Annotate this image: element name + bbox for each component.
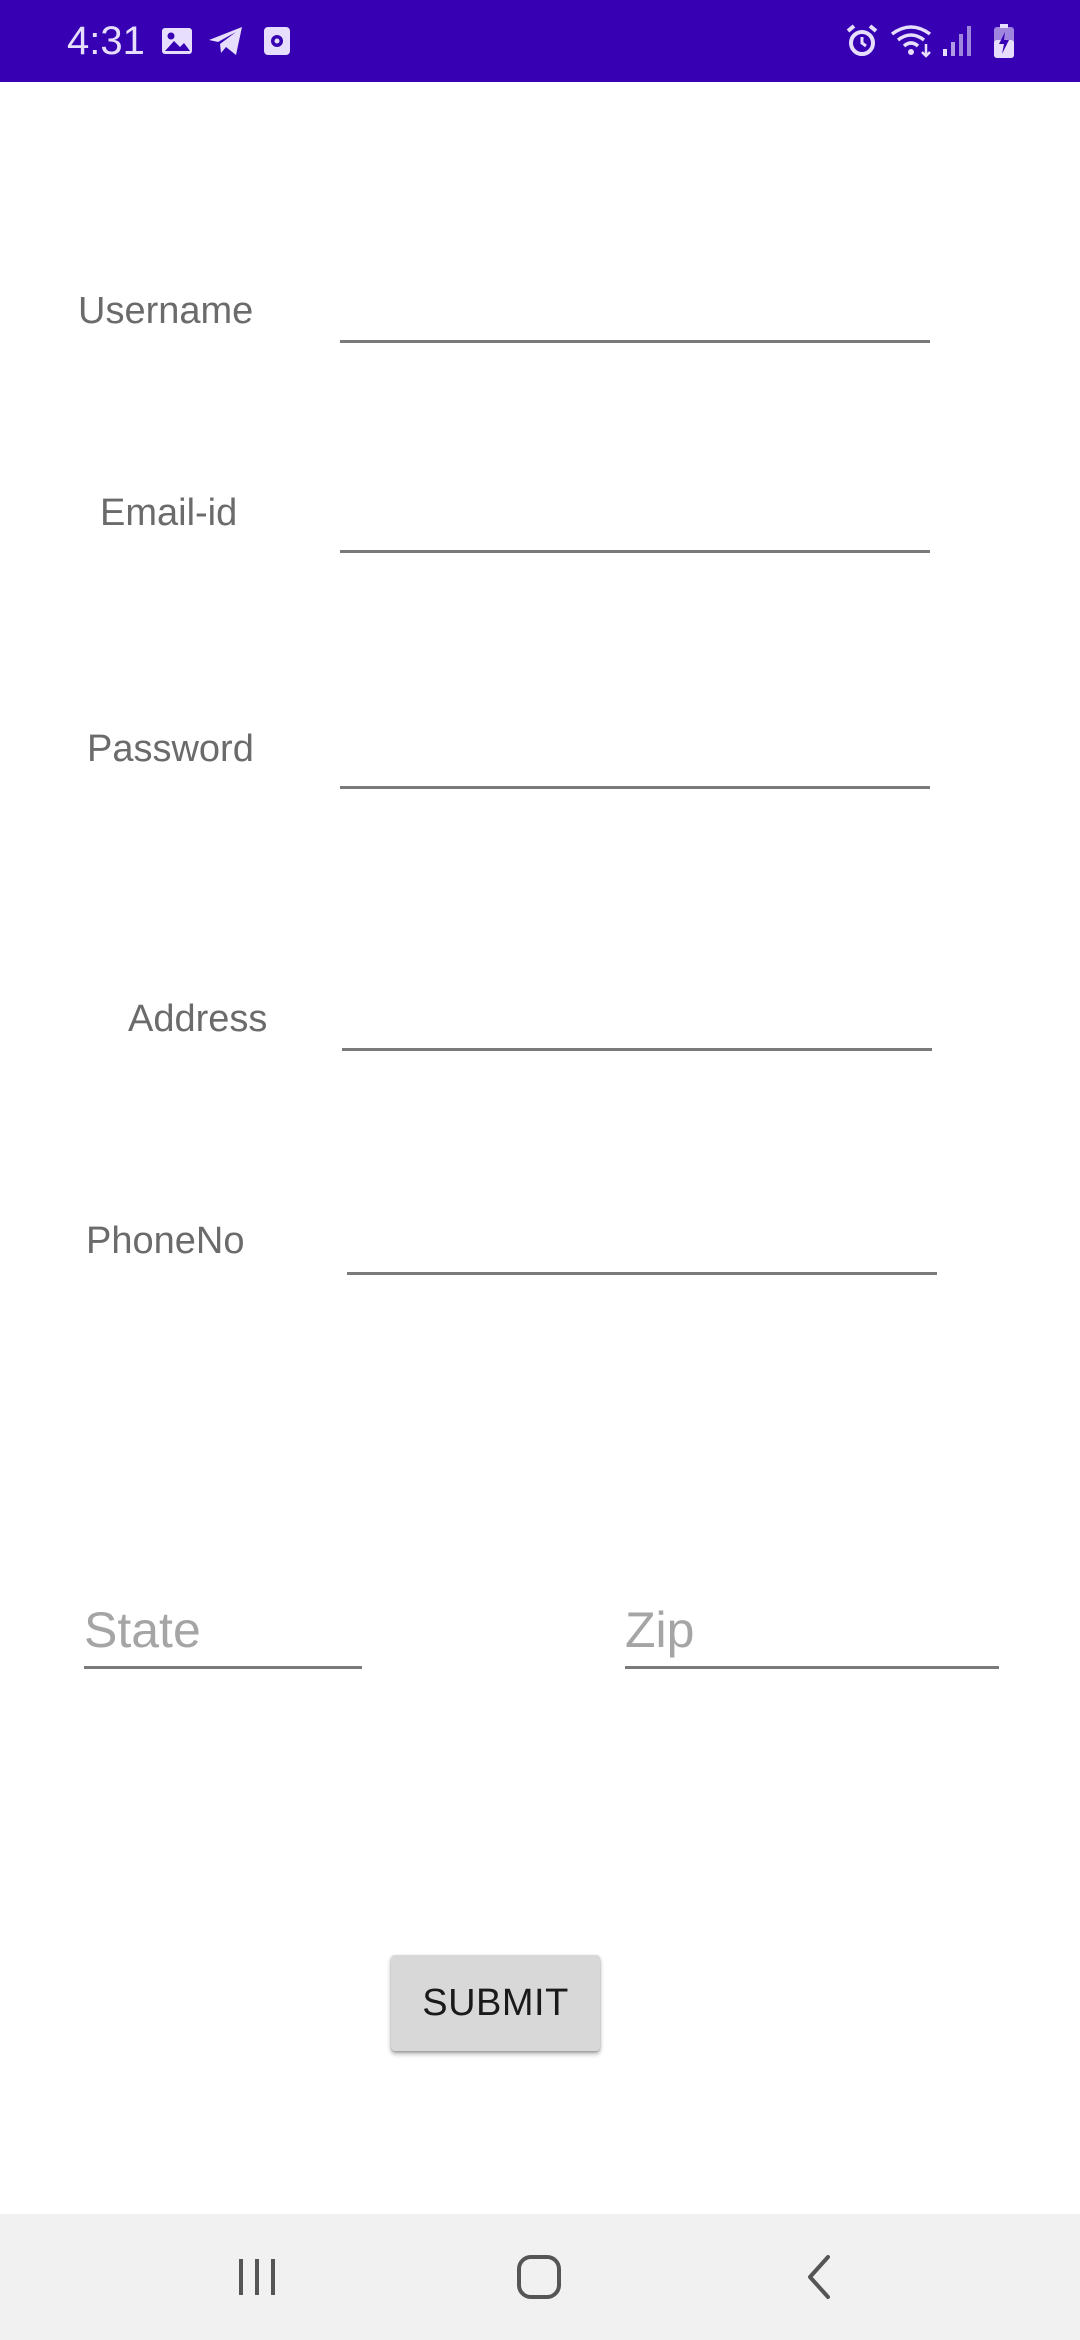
password-input[interactable] <box>340 726 930 786</box>
alarm-icon <box>846 24 878 56</box>
status-bar: 4:31 <box>0 0 1080 82</box>
email-label: Email-id <box>100 492 238 534</box>
zip-underline <box>625 1666 999 1669</box>
signal-icon <box>943 26 971 56</box>
state-input[interactable] <box>84 1595 362 1665</box>
recent-apps-button[interactable] <box>187 2214 327 2340</box>
phone-label: PhoneNo <box>86 1220 245 1262</box>
back-button[interactable] <box>750 2214 890 2340</box>
email-input[interactable] <box>340 490 930 550</box>
submit-button[interactable]: SUBMIT <box>391 1955 600 2051</box>
username-input[interactable] <box>340 280 930 340</box>
navigation-bar <box>0 2214 1080 2340</box>
image-icon <box>162 28 192 54</box>
phone-underline <box>347 1272 937 1275</box>
screen: 4:31 Username Email-id Password Address … <box>0 0 1080 2340</box>
password-underline <box>340 786 930 789</box>
state-underline <box>84 1666 362 1669</box>
status-time: 4:31 <box>67 19 145 63</box>
home-button[interactable] <box>469 2214 609 2340</box>
password-label: Password <box>87 728 254 770</box>
address-input[interactable] <box>342 988 932 1048</box>
phone-input[interactable] <box>347 1212 937 1272</box>
recent-apps-icon <box>239 2259 275 2295</box>
telegram-icon <box>209 27 242 55</box>
address-underline <box>342 1048 932 1051</box>
address-label: Address <box>128 998 268 1040</box>
screen-record-icon <box>264 27 290 55</box>
back-icon <box>808 2255 830 2299</box>
username-underline <box>340 340 930 343</box>
email-underline <box>340 550 930 553</box>
zip-input[interactable] <box>625 1595 999 1665</box>
home-icon <box>517 2255 561 2299</box>
battery-charging-icon <box>994 24 1014 58</box>
username-label: Username <box>78 290 254 332</box>
wifi-icon <box>890 25 932 58</box>
